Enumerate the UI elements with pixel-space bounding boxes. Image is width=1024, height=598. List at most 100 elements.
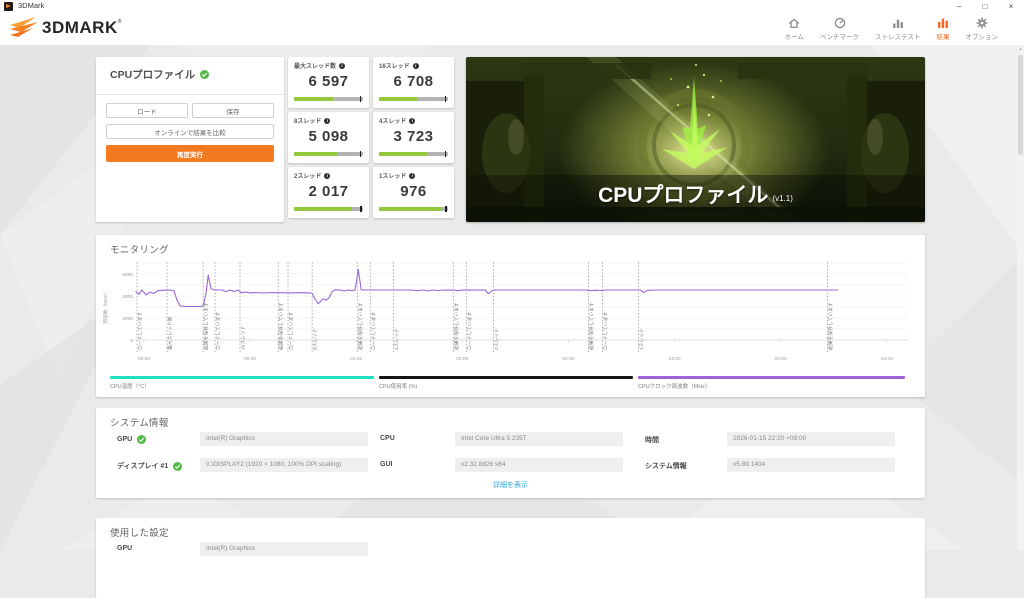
scrollbar-up-arrow[interactable]: ▲ [1017,45,1024,53]
compare-online-button[interactable]: オンラインで結果を比較 [106,124,274,139]
info-icon[interactable]: i [339,62,346,69]
gui-value: v2.32.8826 s64 [455,458,623,472]
display-check-icon [173,461,183,471]
hero-version: (v1.1) [772,194,793,203]
settings-gpu-label: GPU [117,545,133,552]
brand-logo[interactable]: 3DMARK ® [9,16,121,40]
svg-text:結果を保存しています: 結果を保存しています [203,302,210,350]
system-info-title: システム情報 [110,418,169,429]
hero-title: CPUプロファイル [598,183,769,207]
close-button[interactable]: × [998,0,1024,13]
score-label: 2スレッド [294,174,322,180]
svg-text:1スレッド: 1スレッド [639,328,645,350]
legend-swatch-temperature [110,376,374,379]
svg-text:00:40: 00:40 [244,356,256,362]
info-icon[interactable]: i [409,117,416,124]
score-value: 6 597 [308,73,349,90]
3dmark-swoosh-icon [10,17,38,37]
score-distribution-bar [379,206,448,212]
display-value: \\.\DISPLAY2 (1920 × 1080, 100% DPI scal… [200,458,368,472]
score-distribution-bar [294,96,363,102]
legend-cpu-clock[interactable]: CPUクロック周波数（MHz） [638,376,905,390]
svg-text:16スレッド: 16スレッド [240,325,246,350]
maximize-button[interactable]: □ [972,0,998,13]
scrollbar-thumb[interactable] [1018,55,1023,155]
nav-options[interactable]: オプション [958,16,1007,42]
cpu-value: Intel Core Ultra 5 235T [455,432,623,446]
svg-text:0: 0 [130,338,133,344]
load-button[interactable]: ロード [106,103,188,118]
svg-text:03:20: 03:20 [669,356,681,362]
nav-results[interactable]: 結果 [929,16,958,42]
svg-text:結果を保存しています: 結果を保存しています [827,302,834,350]
svg-text:02:40: 02:40 [562,356,574,362]
score-tile: 2スレッド i 2 017 [288,167,369,218]
gpu-value: Intel(R) Graphics [200,432,368,446]
nav-benchmark[interactable]: ベンチマーク [812,16,867,42]
legend-cpu-temperature[interactable]: CPU温度（°C） [110,376,374,390]
svg-text:ロードしています: ロードしています [603,312,609,350]
svg-text:2スレッド: 2スレッド [494,328,500,350]
benchmark-gauge-icon [834,17,845,29]
info-icon[interactable]: i [324,172,331,179]
divider [96,94,284,95]
info-icon[interactable]: i [409,172,416,179]
score-label: 8スレッド [294,119,322,125]
svg-text:ロードしています: ロードしています [216,312,222,350]
time-value: 2026-01-15 22:20 +09:00 [727,432,895,446]
score-distribution-bar [294,206,363,212]
info-icon[interactable]: i [412,62,419,69]
svg-text:01:20: 01:20 [350,356,362,362]
valid-check-icon [200,70,210,79]
score-value: 6 708 [393,73,434,90]
brand-name: 3DMARK [42,18,118,37]
gpu-check-icon [137,435,147,444]
svg-text:6000: 6000 [122,272,133,278]
monitoring-card: モニタリング 0 2000 4000 6000 周波数（MHz） 00:00 00:40 01… [96,235,925,397]
svg-text:ロードしています: ロードしています [467,312,473,350]
info-icon[interactable]: i [324,117,331,124]
save-button[interactable]: 保存 [192,103,274,118]
nav-home[interactable]: ホーム [777,16,812,42]
stress-test-bars-icon [892,19,903,28]
svg-text:結果を保存しています: 結果を保存しています [278,302,285,350]
score-distribution-bar [379,151,448,157]
svg-text:結果を保存しています: 結果を保存しています [588,302,595,350]
svg-text:ロードしています: ロードしています [371,312,377,350]
legend-swatch-clock [638,376,905,379]
svg-text:04:40: 04:40 [881,356,893,362]
show-details-link[interactable]: 詳細を表示 [493,480,528,490]
main-nav: ホーム ベンチマーク ストレステスト 結果 オプション [777,16,1006,42]
cpu-profile-panel: CPUプロファイル ロード 保存 オンラインで結果を比較 再度実行 [96,57,284,222]
home-icon [789,18,800,29]
nav-stress-test[interactable]: ストレステスト [867,16,929,42]
settings-used-card: 使用した設定 GPU Intel(R) Graphics [96,518,925,598]
time-label: 時間 [645,437,659,444]
systeminfo-label: システム情報 [645,463,687,470]
legend-cpu-usage[interactable]: CPU使用率 (%) [379,376,633,390]
registered-mark: ® [117,19,122,25]
score-label: 16スレッド [379,64,410,70]
cpu-label: CPU [380,435,395,442]
score-label: 4スレッド [379,119,407,125]
options-gear-icon [976,17,988,29]
settings-used-title: 使用した設定 [110,528,169,539]
window-title: 3DMark [18,1,45,10]
gpu-label: GPU [117,435,147,444]
score-tile: 16スレッド i 6 708 [373,57,454,108]
title-bar: 3DMark – □ × [0,0,1024,13]
score-value: 976 [400,183,427,200]
svg-text:結果を保存しています: 結果を保存しています [357,302,364,350]
svg-text:ロードしています: ロードしています [289,312,295,350]
settings-gpu-value: Intel(R) Graphics [200,542,368,556]
monitoring-title: モニタリング [110,245,169,256]
score-tile: 最大スレッド数 i 6 597 [288,57,369,108]
frequency-chart: 0 2000 4000 6000 周波数（MHz） 00:00 00:40 01:20 02:0… [102,262,908,362]
svg-text:周波数（MHz）: 周波数（MHz） [102,290,109,324]
rerun-button[interactable]: 再度実行 [106,145,274,162]
legend-swatch-usage [379,376,633,379]
cpu-profile-title: CPUプロファイル [110,67,210,82]
svg-text:04:00: 04:00 [775,356,787,362]
minimize-button[interactable]: – [946,0,972,13]
score-distribution-bar [379,96,448,102]
